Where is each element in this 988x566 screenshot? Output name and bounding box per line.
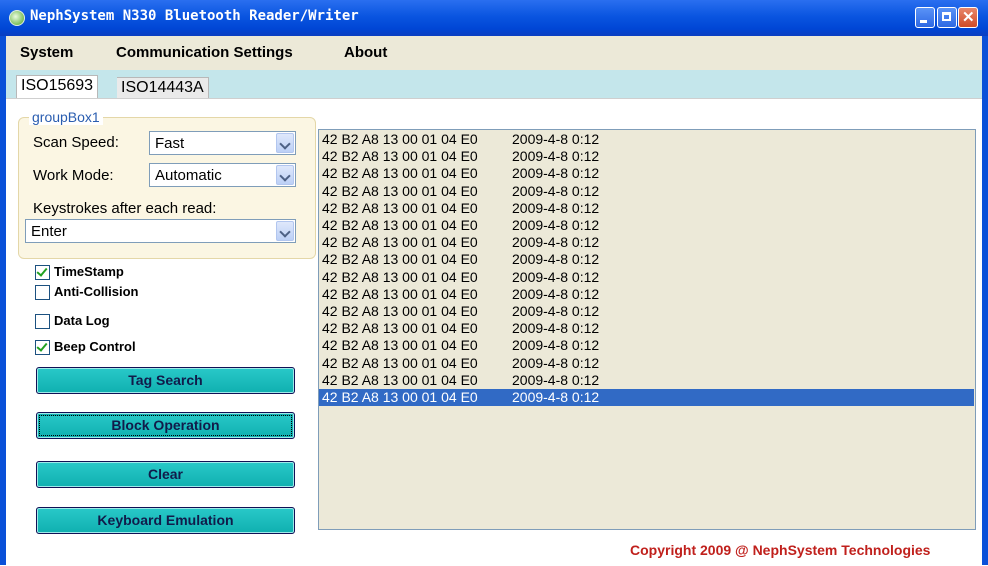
tag-id: 42 B2 A8 13 00 01 04 E0 — [322, 199, 478, 216]
timestamp: 2009-4-8 0:12 — [512, 165, 600, 182]
list-item[interactable]: 42 B2 A8 13 00 01 04 E0 2009-4-8 0:12 — [319, 183, 974, 200]
title-bar[interactable]: NephSystem N330 Bluetooth Reader/Writer … — [0, 0, 988, 36]
list-item[interactable]: 42 B2 A8 13 00 01 04 E0 2009-4-8 0:12 — [319, 200, 974, 217]
timestamp: 2009-4-8 0:12 — [512, 354, 600, 371]
menu-communication-settings[interactable]: Communication Settings — [116, 44, 293, 61]
timestamp: 2009-4-8 0:12 — [512, 234, 600, 251]
tag-id: 42 B2 A8 13 00 01 04 E0 — [322, 234, 478, 251]
list-item[interactable]: 42 B2 A8 13 00 01 04 E0 2009-4-8 0:12 — [319, 217, 974, 234]
list-item[interactable]: 42 B2 A8 13 00 01 04 E0 2009-4-8 0:12 — [319, 337, 974, 354]
list-item[interactable]: 42 B2 A8 13 00 01 04 E0 2009-4-8 0:12 — [319, 269, 974, 286]
list-item[interactable]: 42 B2 A8 13 00 01 04 E0 2009-4-8 0:12 — [319, 303, 974, 320]
checkbox-box[interactable] — [35, 340, 50, 355]
chevron-down-icon[interactable] — [276, 133, 294, 153]
tag-id: 42 B2 A8 13 00 01 04 E0 — [322, 285, 478, 302]
tag-id: 42 B2 A8 13 00 01 04 E0 — [322, 389, 478, 405]
tag-id: 42 B2 A8 13 00 01 04 E0 — [322, 131, 478, 147]
app-icon — [9, 10, 25, 26]
tag-id: 42 B2 A8 13 00 01 04 E0 — [322, 182, 478, 199]
menu-system[interactable]: System — [20, 44, 73, 61]
close-icon: ✕ — [962, 9, 975, 26]
tab-strip: ISO15693 ISO14443A — [6, 70, 982, 98]
list-item[interactable]: 42 B2 A8 13 00 01 04 E0 2009-4-8 0:12 — [319, 286, 974, 303]
tab-iso15693[interactable]: ISO15693 — [16, 75, 99, 98]
timestamp: 2009-4-8 0:12 — [512, 148, 600, 165]
tag-id: 42 B2 A8 13 00 01 04 E0 — [322, 320, 478, 337]
tag-id: 42 B2 A8 13 00 01 04 E0 — [322, 165, 478, 182]
tag-id: 42 B2 A8 13 00 01 04 E0 — [322, 217, 478, 233]
timestamp: 2009-4-8 0:12 — [512, 268, 600, 285]
tag-id: 42 B2 A8 13 00 01 04 E0 — [322, 148, 478, 165]
timestamp: 2009-4-8 0:12 — [512, 182, 600, 199]
menu-about[interactable]: About — [344, 44, 387, 61]
checkbox-box[interactable] — [35, 285, 50, 300]
timestamp: 2009-4-8 0:12 — [512, 371, 600, 388]
timestamp: 2009-4-8 0:12 — [512, 217, 600, 233]
chevron-down-icon[interactable] — [276, 221, 294, 241]
timestamp: 2009-4-8 0:12 — [512, 199, 600, 216]
tag-records-list[interactable]: 42 B2 A8 13 00 01 04 E0 2009-4-8 0:12 42 B… — [318, 129, 976, 530]
tag-search-button[interactable]: Tag Search — [36, 367, 295, 394]
list-item[interactable]: 42 B2 A8 13 00 01 04 E0 2009-4-8 0:12 — [319, 320, 974, 337]
timestamp: 2009-4-8 0:12 — [512, 285, 600, 302]
tag-id: 42 B2 A8 13 00 01 04 E0 — [322, 251, 478, 268]
window-frame-right — [982, 36, 988, 565]
keystrokes-label: Keystrokes after each read: — [33, 200, 217, 217]
scan-speed-value: Fast — [155, 135, 185, 152]
maximize-button[interactable] — [937, 7, 957, 28]
timestamp: 2009-4-8 0:12 — [512, 337, 600, 354]
timestamp: 2009-4-8 0:12 — [512, 303, 600, 319]
tab-iso14443a[interactable]: ISO14443A — [117, 77, 209, 98]
chevron-down-icon[interactable] — [276, 165, 294, 185]
block-operation-button[interactable]: Block Operation — [36, 412, 295, 439]
tag-id: 42 B2 A8 13 00 01 04 E0 — [322, 303, 478, 319]
checkbox-box[interactable] — [35, 265, 50, 280]
timestamp: 2009-4-8 0:12 — [512, 320, 600, 337]
list-item[interactable]: 42 B2 A8 13 00 01 04 E0 2009-4-8 0:12 — [319, 251, 974, 268]
keyboard-emulation-button[interactable]: Keyboard Emulation — [36, 507, 295, 534]
beep-control-label: Beep Control — [54, 339, 136, 354]
tag-id: 42 B2 A8 13 00 01 04 E0 — [322, 337, 478, 354]
tag-id: 42 B2 A8 13 00 01 04 E0 — [322, 354, 478, 371]
settings-groupbox: groupBox1 Scan Speed: Fast Work Mode: Au… — [18, 109, 316, 259]
scan-speed-label: Scan Speed: — [33, 134, 119, 151]
list-item[interactable]: 42 B2 A8 13 00 01 04 E0 2009-4-8 0:12 — [319, 372, 974, 389]
main-panel: groupBox1 Scan Speed: Fast Work Mode: Au… — [6, 98, 982, 566]
copyright-text: Copyright 2009 @ NephSystem Technologies — [630, 542, 931, 558]
timestamp: 2009-4-8 0:12 — [512, 251, 600, 268]
timestamp: 2009-4-8 0:12 — [512, 131, 600, 147]
list-item[interactable]: 42 B2 A8 13 00 01 04 E0 2009-4-8 0:12 — [319, 148, 974, 165]
close-button[interactable]: ✕ — [958, 7, 978, 28]
list-item[interactable]: 42 B2 A8 13 00 01 04 E0 2009-4-8 0:12 — [319, 165, 974, 182]
minimize-button[interactable] — [915, 7, 935, 28]
data-log-label: Data Log — [54, 313, 110, 328]
scan-speed-select[interactable]: Fast — [149, 131, 296, 155]
keystrokes-value: Enter — [31, 223, 67, 240]
list-item[interactable]: 42 B2 A8 13 00 01 04 E0 2009-4-8 0:12 — [319, 389, 974, 406]
clear-button[interactable]: Clear — [36, 461, 295, 488]
work-mode-value: Automatic — [155, 167, 222, 184]
checkbox-box[interactable] — [35, 314, 50, 329]
work-mode-select[interactable]: Automatic — [149, 163, 296, 187]
menu-bar: System Communication Settings About — [6, 36, 982, 70]
tag-id: 42 B2 A8 13 00 01 04 E0 — [322, 268, 478, 285]
anti-collision-label: Anti-Collision — [54, 284, 139, 299]
list-item[interactable]: 42 B2 A8 13 00 01 04 E0 2009-4-8 0:12 — [319, 131, 974, 148]
timestamp: 2009-4-8 0:12 — [512, 389, 600, 405]
groupbox-title: groupBox1 — [29, 109, 103, 125]
keystrokes-select[interactable]: Enter — [25, 219, 296, 243]
tag-id: 42 B2 A8 13 00 01 04 E0 — [322, 371, 478, 388]
work-mode-label: Work Mode: — [33, 167, 114, 184]
timestamp-label: TimeStamp — [54, 264, 124, 279]
window-title: NephSystem N330 Bluetooth Reader/Writer — [30, 8, 359, 24]
list-item[interactable]: 42 B2 A8 13 00 01 04 E0 2009-4-8 0:12 — [319, 355, 974, 372]
list-item[interactable]: 42 B2 A8 13 00 01 04 E0 2009-4-8 0:12 — [319, 234, 974, 251]
